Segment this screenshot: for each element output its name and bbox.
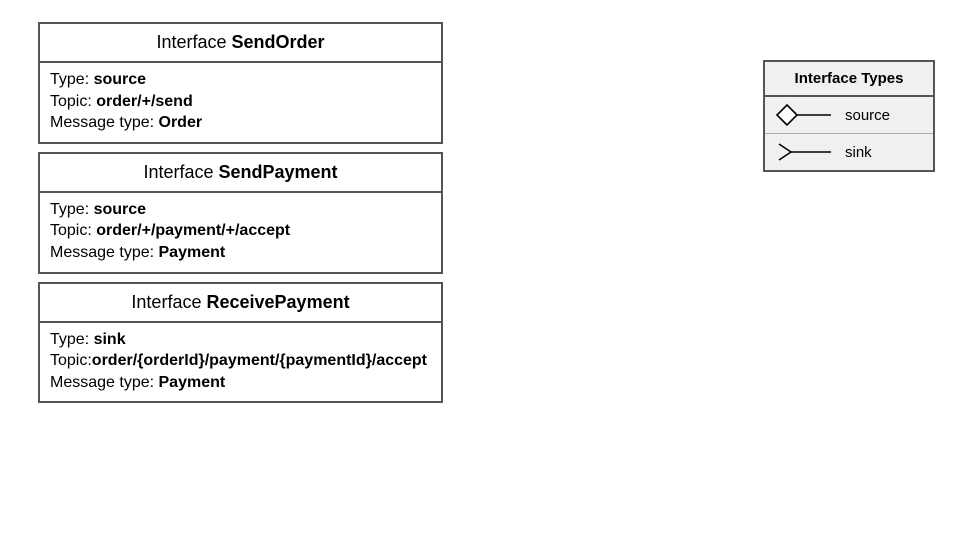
message-type-value: Payment <box>159 244 226 261</box>
interface-body: Type: sink Topic:order/{orderId}/payment… <box>40 323 441 402</box>
topic-value: order/+/payment/+/accept <box>96 222 290 239</box>
interface-prefix: Interface <box>156 32 226 52</box>
sink-icon <box>775 140 835 164</box>
legend-row-sink: sink <box>765 133 933 170</box>
topic-label: Topic: <box>50 222 96 239</box>
legend-label: sink <box>845 144 872 161</box>
type-value: source <box>94 201 146 218</box>
interface-name: SendOrder <box>232 32 325 52</box>
message-type-value: Order <box>159 114 203 131</box>
interface-prefix: Interface <box>143 162 213 182</box>
topic-value: order/{orderId}/payment/{paymentId}/acce… <box>92 352 427 369</box>
type-label: Type: <box>50 331 94 348</box>
interface-body: Type: source Topic: order/+/send Message… <box>40 63 441 142</box>
message-type-row: Message type: Payment <box>50 242 431 264</box>
type-row: Type: source <box>50 199 431 221</box>
message-type-value: Payment <box>159 374 226 391</box>
interface-list: Interface SendOrder Type: source Topic: … <box>38 22 443 411</box>
type-value: source <box>94 71 146 88</box>
interface-header: Interface SendPayment <box>40 154 441 193</box>
topic-row: Topic: order/+/payment/+/accept <box>50 220 431 242</box>
message-type-row: Message type: Payment <box>50 372 431 394</box>
legend-label: source <box>845 107 890 124</box>
interface-name: ReceivePayment <box>206 292 349 312</box>
topic-label: Topic: <box>50 93 96 110</box>
interface-header: Interface SendOrder <box>40 24 441 63</box>
legend-box: Interface Types source sink <box>763 60 935 172</box>
interface-prefix: Interface <box>131 292 201 312</box>
type-label: Type: <box>50 71 94 88</box>
interface-header: Interface ReceivePayment <box>40 284 441 323</box>
interface-name: SendPayment <box>219 162 338 182</box>
interface-box: Interface SendPayment Type: source Topic… <box>38 152 443 274</box>
legend-row-source: source <box>765 97 933 133</box>
message-type-row: Message type: Order <box>50 112 431 134</box>
topic-value: order/+/send <box>96 93 192 110</box>
message-type-label: Message type: <box>50 244 159 261</box>
message-type-label: Message type: <box>50 374 159 391</box>
source-icon <box>775 103 835 127</box>
interface-box: Interface ReceivePayment Type: sink Topi… <box>38 282 443 404</box>
legend-title: Interface Types <box>765 62 933 97</box>
topic-row: Topic: order/+/send <box>50 91 431 113</box>
topic-label: Topic: <box>50 352 92 369</box>
type-label: Type: <box>50 201 94 218</box>
type-row: Type: sink <box>50 329 431 351</box>
interface-box: Interface SendOrder Type: source Topic: … <box>38 22 443 144</box>
interface-body: Type: source Topic: order/+/payment/+/ac… <box>40 193 441 272</box>
type-value: sink <box>94 331 126 348</box>
message-type-label: Message type: <box>50 114 159 131</box>
topic-row: Topic:order/{orderId}/payment/{paymentId… <box>50 350 431 372</box>
type-row: Type: source <box>50 69 431 91</box>
